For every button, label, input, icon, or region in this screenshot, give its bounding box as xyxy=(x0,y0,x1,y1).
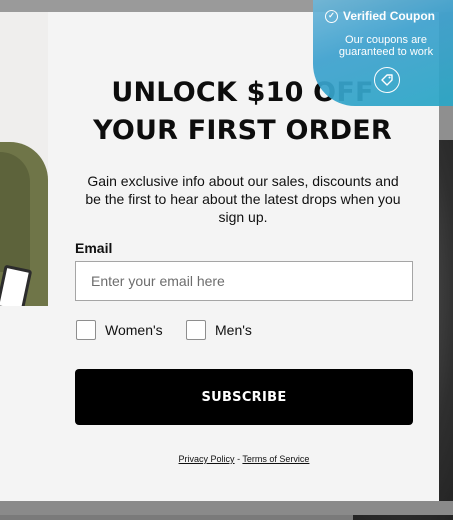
email-label: Email xyxy=(75,240,113,256)
privacy-policy-link[interactable]: Privacy Policy xyxy=(179,454,235,464)
womens-checkbox-label[interactable]: Women's xyxy=(105,322,163,338)
womens-checkbox[interactable] xyxy=(76,320,96,340)
mens-checkbox[interactable] xyxy=(186,320,206,340)
badge-text: Our coupons are guaranteed to work xyxy=(338,34,434,58)
hoodie-product-image xyxy=(0,12,48,306)
badge-title-row: ✓ Verified Coupon xyxy=(325,9,435,23)
subscribe-button[interactable]: SUBSCRIBE xyxy=(75,369,413,425)
legal-links: Privacy Policy - Terms of Service xyxy=(75,454,413,464)
verified-coupon-badge[interactable]: ✓ Verified Coupon Our coupons are guaran… xyxy=(313,0,453,106)
mens-checkbox-label[interactable]: Men's xyxy=(215,322,252,338)
hoodie-shadow xyxy=(0,152,30,272)
backdrop-bottom xyxy=(0,501,453,515)
badge-title: Verified Coupon xyxy=(343,9,436,23)
terms-of-service-link[interactable]: Terms of Service xyxy=(242,454,309,464)
mens-checkbox-option[interactable]: Men's xyxy=(186,320,252,340)
popup-description: Gain exclusive info about our sales, dis… xyxy=(85,173,401,225)
email-field[interactable] xyxy=(75,261,413,301)
womens-checkbox-option[interactable]: Women's xyxy=(76,320,163,340)
check-circle-icon: ✓ xyxy=(325,9,338,23)
headline-line-2: YOUR FIRST ORDER xyxy=(93,115,392,146)
tag-icon[interactable] xyxy=(374,67,400,93)
